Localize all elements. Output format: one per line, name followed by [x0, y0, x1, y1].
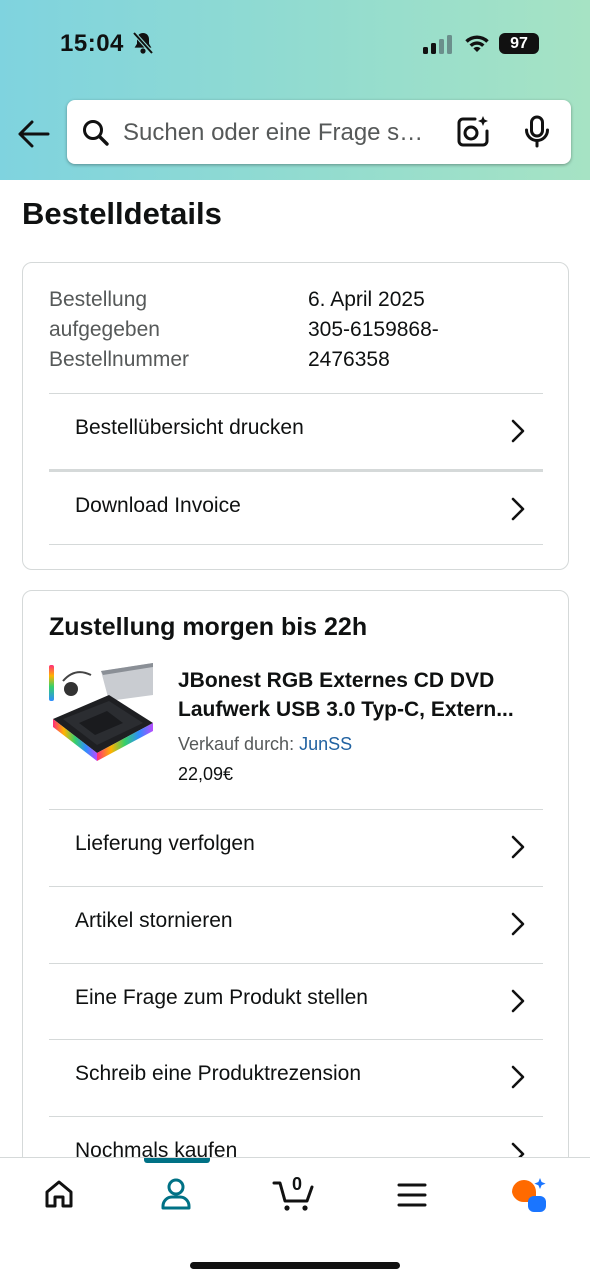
search-bar[interactable]: Suchen oder eine Frage s…: [67, 100, 571, 164]
order-number-value: 305-6159868-: [308, 318, 439, 341]
chevron-right-icon: [511, 989, 525, 1018]
print-summary-label: Bestellübersicht drucken: [75, 416, 304, 439]
order-info-labels: Bestellung aufgegeben Bestellnummer: [49, 285, 189, 375]
cart-count: 0: [292, 1174, 303, 1194]
status-time: 15:04: [60, 30, 124, 57]
print-summary-row[interactable]: Bestellübersicht drucken: [49, 393, 543, 469]
bell-muted-icon: [132, 31, 154, 60]
search-input[interactable]: Suchen oder eine Frage s…: [123, 119, 443, 147]
microphone-icon[interactable]: [523, 115, 551, 154]
menu-icon[interactable]: [397, 1182, 427, 1213]
cancel-item-label: Artikel stornieren: [75, 909, 233, 932]
chevron-right-icon: [511, 1065, 525, 1094]
search-icon: [81, 118, 111, 153]
product-price: 22,09€: [178, 764, 234, 784]
write-review-row[interactable]: Schreib eine Produktrezension: [49, 1039, 543, 1115]
camera-lens-icon[interactable]: [455, 114, 491, 155]
ask-question-row[interactable]: Eine Frage zum Produkt stellen: [49, 963, 543, 1039]
delivery-heading: Zustellung morgen bis 22h: [49, 613, 368, 641]
shipment-card: Zustellung morgen bis 22h JBonest RGB Ex…: [22, 590, 569, 1210]
product-title[interactable]: JBonest RGB Externes CD DVD Laufwerk USB…: [178, 666, 546, 724]
chevron-right-icon: [511, 497, 525, 526]
chevron-right-icon: [511, 912, 525, 941]
order-date-label: Bestellung: [49, 288, 148, 311]
battery-icon: 97: [499, 33, 539, 54]
wifi-icon: [463, 32, 491, 59]
seller-link[interactable]: JunSS: [299, 734, 352, 754]
app-header: 15:04 97 Suchen oder eine Frage s…: [0, 0, 590, 180]
track-delivery-row[interactable]: Lieferung verfolgen: [49, 809, 543, 885]
seller-line: Verkauf durch: JunSS: [178, 734, 352, 755]
download-invoice-label: Download Invoice: [75, 494, 241, 517]
cancel-item-row[interactable]: Artikel stornieren: [49, 886, 543, 962]
order-number-value-cont: 2476358: [308, 348, 390, 371]
back-button[interactable]: [14, 116, 52, 152]
ask-question-label: Eine Frage zum Produkt stellen: [75, 986, 368, 1009]
order-info-values: 6. April 2025 305-6159868- 2476358: [308, 285, 508, 375]
signal-icon: [423, 34, 453, 59]
order-date-label-cont: aufgegeben: [49, 318, 160, 341]
download-invoice-row[interactable]: Download Invoice: [49, 469, 543, 545]
chevron-right-icon: [511, 419, 525, 448]
chevron-right-icon: [511, 835, 525, 864]
sold-by-label: Verkauf durch:: [178, 734, 300, 754]
track-delivery-label: Lieferung verfolgen: [75, 832, 255, 855]
home-indicator: [190, 1262, 400, 1269]
order-number-label: Bestellnummer: [49, 348, 190, 371]
order-info-card: Bestellung aufgegeben Bestellnummer 6. A…: [22, 262, 569, 570]
order-date-value: 6. April 2025: [308, 288, 425, 311]
write-review-label: Schreib eine Produktrezension: [75, 1062, 362, 1085]
product-image[interactable]: [49, 661, 155, 769]
rufus-assistant-icon[interactable]: [508, 1176, 550, 1219]
user-icon[interactable]: [159, 1176, 193, 1215]
page-title: Bestelldetails: [22, 196, 222, 231]
home-icon[interactable]: [43, 1178, 75, 1215]
active-tab-indicator: [144, 1158, 210, 1163]
